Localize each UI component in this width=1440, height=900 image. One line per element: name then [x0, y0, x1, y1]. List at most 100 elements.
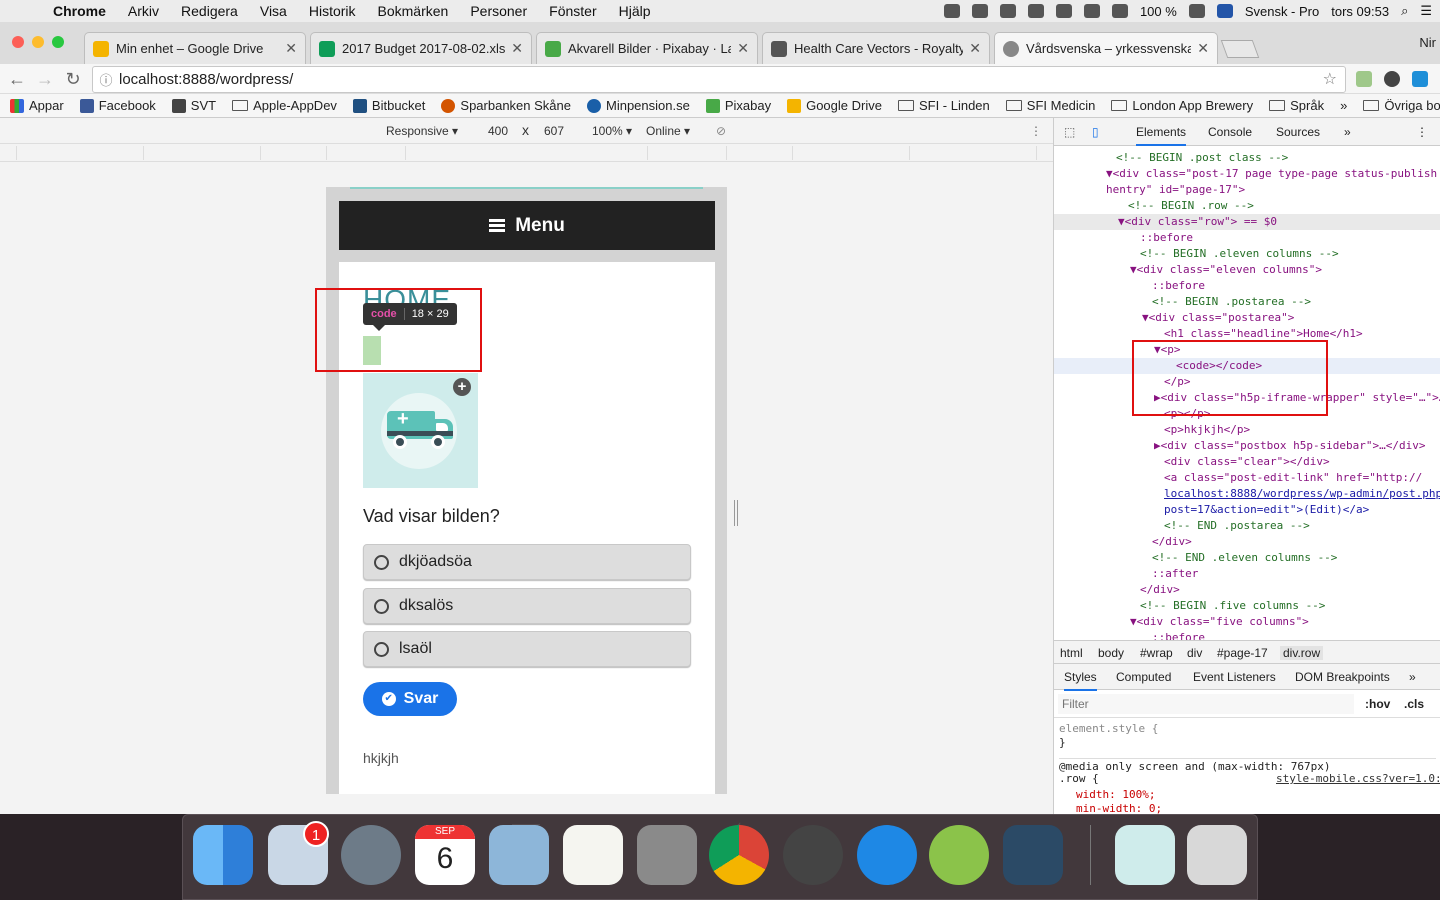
devtools-menu-icon[interactable]: ⋮ — [1416, 125, 1428, 139]
media-query-ruler[interactable] — [0, 144, 1053, 162]
close-window-icon[interactable] — [12, 36, 24, 48]
menu-arkiv[interactable]: Arkiv — [117, 3, 170, 19]
bookmark-star-icon[interactable]: ☆ — [1323, 69, 1337, 89]
bookmark-apps[interactable]: Appar — [0, 98, 70, 113]
dom-node[interactable]: <!-- BEGIN .eleven columns --> — [1054, 246, 1440, 262]
sequel-pro-icon[interactable] — [783, 825, 843, 885]
zoom-select[interactable]: 100% ▾ — [592, 124, 632, 138]
tab-elements[interactable]: Elements — [1136, 125, 1187, 146]
bookmark-sfi-medicin[interactable]: SFI Medicin — [996, 98, 1102, 113]
menu-app-chrome[interactable]: Chrome — [44, 3, 117, 19]
dom-node[interactable]: ::before — [1054, 230, 1440, 246]
tab-close-icon[interactable]: ✕ — [511, 40, 523, 57]
breadcrumb-page-17[interactable]: #page-17 — [1217, 646, 1268, 660]
address-bar[interactable]: ⓘ localhost:8888/wordpress/ ☆ — [92, 66, 1346, 93]
dom-node[interactable]: ▼<div class="postarea"> — [1054, 310, 1440, 326]
device-width-input[interactable]: 400 — [488, 124, 508, 138]
bookmark-apple-appdev[interactable]: Apple-AppDev — [222, 98, 343, 113]
dom-node[interactable]: </div> — [1054, 534, 1440, 550]
subtab-styles[interactable]: Styles — [1064, 670, 1097, 691]
brackets-icon[interactable] — [1003, 825, 1063, 885]
time-machine-icon[interactable] — [999, 4, 1016, 18]
dom-node[interactable]: ::before — [1054, 630, 1440, 640]
breadcrumb-html[interactable]: html — [1060, 646, 1083, 660]
bookmark-google-drive[interactable]: Google Drive — [777, 98, 888, 113]
bookmark-pixabay[interactable]: Pixabay — [696, 98, 777, 113]
dropbox-icon[interactable] — [943, 4, 960, 18]
tab-close-icon[interactable]: ✕ — [969, 40, 981, 57]
rule-selector[interactable]: .row { — [1059, 772, 1099, 785]
bookmark-sprak[interactable]: Språk — [1259, 98, 1330, 113]
launchpad-icon[interactable] — [341, 825, 401, 885]
inspect-element-icon[interactable]: ⬚ — [1064, 125, 1075, 139]
calculator-icon[interactable] — [637, 825, 697, 885]
bookmark-minpension[interactable]: Minpension.se — [577, 98, 696, 113]
finder-icon[interactable] — [193, 825, 253, 885]
dom-link[interactable]: post=17&action=edit">(Edit)</a> — [1054, 502, 1440, 518]
textedit-icon[interactable] — [563, 825, 623, 885]
dom-node[interactable]: ▼<div class="five columns"> — [1054, 614, 1440, 630]
tab-close-icon[interactable]: ✕ — [285, 40, 297, 57]
tab-overflow[interactable]: » — [1344, 125, 1351, 139]
clock[interactable]: tors 09:53 — [1331, 4, 1389, 19]
device-more-icon[interactable]: ⋮ — [1030, 124, 1042, 138]
menu-historik[interactable]: Historik — [298, 3, 367, 19]
bookmarks-overflow-button[interactable]: » — [1330, 98, 1353, 113]
tab-google-drive[interactable]: Min enhet – Google Drive ✕ — [84, 32, 306, 64]
dom-node[interactable]: <!-- BEGIN .postarea --> — [1054, 294, 1440, 310]
width-resize-handle[interactable] — [734, 500, 738, 526]
device-height-input[interactable]: 607 — [544, 124, 564, 138]
spotlight-icon[interactable]: ⌕ — [1401, 3, 1408, 19]
bookmark-svt[interactable]: SVT — [162, 98, 222, 113]
element-style-rule[interactable]: element.style { — [1059, 722, 1158, 735]
airplay-icon[interactable] — [1083, 4, 1100, 18]
dom-node[interactable]: ▶<div class="postbox h5p-sidebar">…</div… — [1054, 438, 1440, 454]
calendar-icon[interactable]: SEP 6 — [415, 825, 475, 885]
device-mode-select[interactable]: Responsive ▾ — [386, 124, 458, 138]
styles-filter-input[interactable] — [1058, 694, 1354, 714]
info-icon[interactable]: ⓘ — [93, 70, 119, 89]
bookmark-other-bookmarks[interactable]: Övriga bokmärk — [1353, 98, 1440, 113]
subtab-computed[interactable]: Computed — [1116, 670, 1171, 684]
answer-option-3[interactable]: lsaöl — [363, 631, 691, 667]
tab-sources[interactable]: Sources — [1276, 125, 1320, 139]
extension-globe-icon[interactable] — [1384, 71, 1400, 87]
tab-pixabay[interactable]: Akvarell Bilder · Pixabay · Ladd ✕ — [536, 32, 758, 64]
breadcrumb-div-row[interactable]: div.row — [1280, 646, 1324, 660]
bookmark-sparbanken[interactable]: Sparbanken Skåne — [431, 98, 577, 113]
tab-vardsvenska-active[interactable]: Vårdsvenska – yrkessvenska fö ✕ — [994, 32, 1218, 64]
preview-icon[interactable] — [489, 825, 549, 885]
tab-close-icon[interactable]: ✕ — [737, 40, 749, 57]
forward-icon[interactable]: → — [34, 68, 56, 90]
dom-node[interactable]: ▼<div class="post-17 page type-page stat… — [1054, 166, 1440, 182]
extension-badge-icon[interactable] — [1412, 71, 1428, 87]
ambulance-file-icon[interactable] — [1115, 825, 1175, 885]
answer-option-2[interactable]: dksalös — [363, 588, 691, 624]
dom-node[interactable]: <!-- BEGIN .post class --> — [1054, 150, 1440, 166]
dom-node[interactable]: hentry" id="page-17"> — [1054, 182, 1440, 198]
menu-hjalp[interactable]: Hjälp — [608, 3, 662, 19]
zoom-window-icon[interactable] — [52, 36, 64, 48]
extension-icon[interactable] — [1356, 71, 1372, 87]
chrome-icon[interactable] — [709, 825, 769, 885]
battery-icon[interactable] — [1188, 4, 1205, 18]
css-property[interactable]: width: 100%; — [1076, 788, 1155, 801]
cls-toggle[interactable]: .cls — [1404, 697, 1424, 711]
reload-icon[interactable]: ↻ — [62, 68, 84, 90]
subtab-event-listeners[interactable]: Event Listeners — [1193, 670, 1276, 684]
menu-visa[interactable]: Visa — [249, 3, 298, 19]
notification-center-icon[interactable]: ☰ — [1420, 3, 1432, 19]
dom-node[interactable]: <p>hkjkjh</p> — [1054, 422, 1440, 438]
volume-icon[interactable] — [1111, 4, 1128, 18]
dom-node[interactable]: <!-- BEGIN .five columns --> — [1054, 598, 1440, 614]
bookmark-bitbucket[interactable]: Bitbucket — [343, 98, 431, 113]
profile-button[interactable]: Nir — [1419, 35, 1436, 50]
mobile-menu-button[interactable]: Menu — [339, 201, 715, 250]
device-toggle-icon[interactable]: ▯ — [1092, 125, 1099, 139]
safari-icon[interactable] — [857, 825, 917, 885]
bookmark-london-app-brewery[interactable]: London App Brewery — [1101, 98, 1259, 113]
input-source-label[interactable]: Svensk - Pro — [1245, 4, 1319, 19]
screen-capture-icon[interactable] — [971, 4, 988, 18]
dom-node[interactable]: <!-- END .eleven columns --> — [1054, 550, 1440, 566]
zoom-plus-icon[interactable]: + — [453, 378, 471, 396]
